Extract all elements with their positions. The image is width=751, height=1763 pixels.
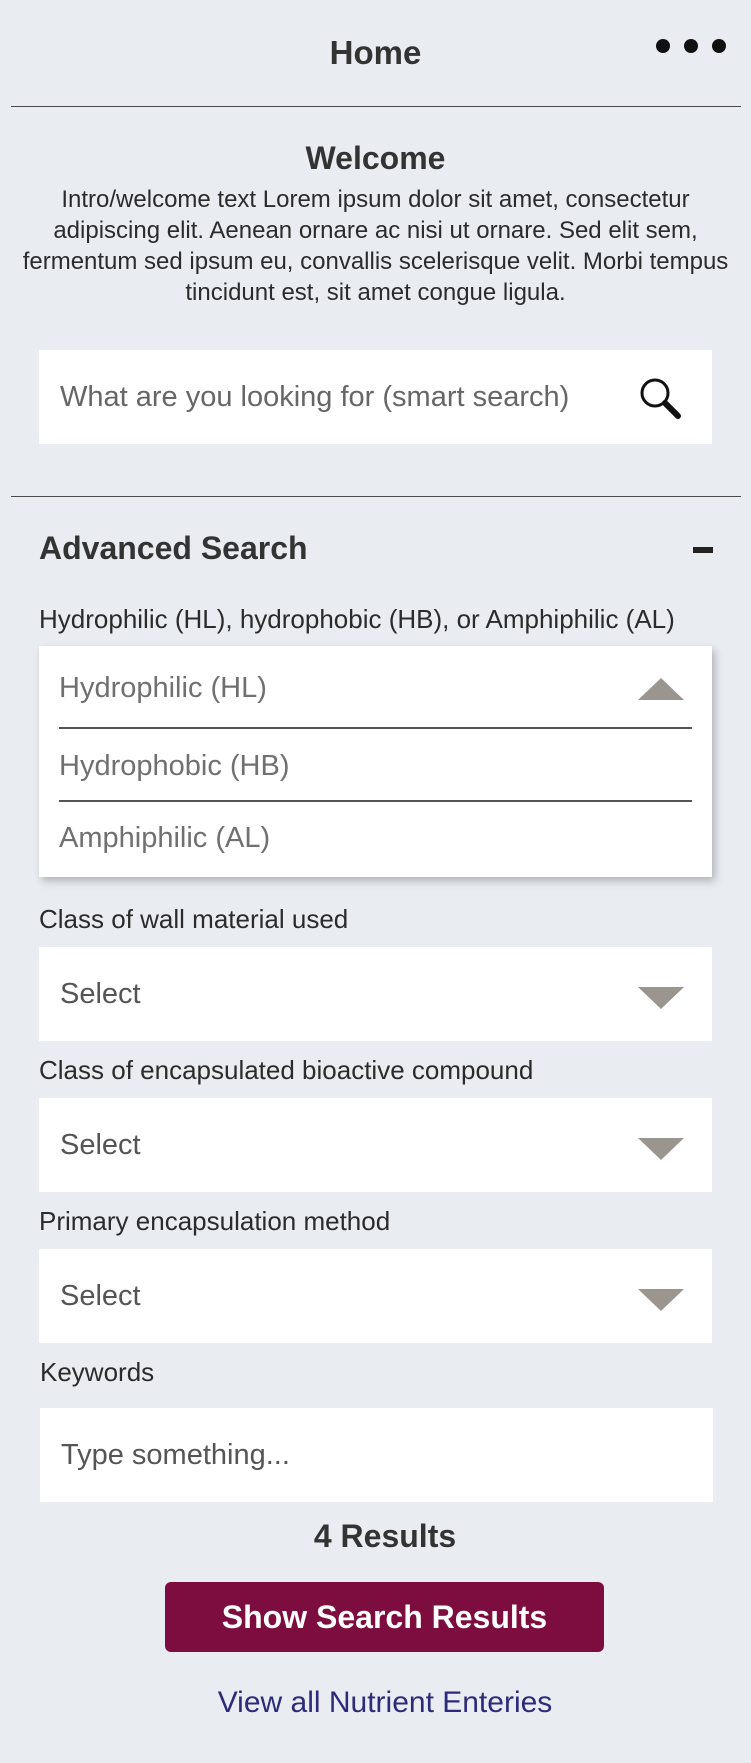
section-divider — [11, 496, 741, 497]
smart-search-input[interactable]: What are you looking for (smart search) — [39, 350, 712, 444]
encapsulation-method-select[interactable]: Select — [39, 1249, 712, 1343]
header-divider — [11, 106, 741, 107]
results-count: 4 Results — [313, 1518, 457, 1554]
search-icon[interactable] — [638, 376, 682, 420]
keywords-placeholder: Type something... — [61, 1439, 290, 1471]
select-value: Select — [60, 1280, 141, 1312]
more-options-icon[interactable] — [656, 38, 726, 54]
keywords-label: Keywords — [40, 1357, 155, 1387]
minus-icon[interactable] — [693, 547, 713, 553]
bioactive-compound-select[interactable]: Select — [39, 1098, 712, 1192]
option-divider — [59, 727, 692, 729]
bioactive-compound-label: Class of encapsulated bioactive compound — [39, 1055, 534, 1085]
search-placeholder: What are you looking for (smart search) — [60, 381, 570, 413]
dropdown-option[interactable]: Hydrophilic (HL) — [59, 652, 692, 724]
dropdown-option[interactable]: Amphiphilic (AL) — [59, 802, 692, 874]
page-title: Home — [329, 34, 422, 71]
view-all-entries-link[interactable]: View all Nutrient Enteries — [0, 1686, 751, 1720]
hydro-dropdown[interactable]: Hydrophilic (HL) Hydrophobic (HB) Amphip… — [39, 646, 712, 877]
keywords-input[interactable]: Type something... — [40, 1408, 713, 1502]
wall-material-select[interactable]: Select — [39, 947, 712, 1041]
wall-material-label: Class of wall material used — [39, 904, 349, 934]
chevron-down-icon[interactable] — [638, 1138, 684, 1160]
select-value: Select — [60, 1129, 141, 1161]
chevron-down-icon[interactable] — [638, 1289, 684, 1311]
advanced-search-title: Advanced Search — [39, 530, 308, 566]
welcome-title: Welcome — [305, 140, 446, 176]
show-search-results-button[interactable]: Show Search Results — [165, 1582, 604, 1652]
hydro-label: Hydrophilic (HL), hydrophobic (HB), or A… — [39, 604, 675, 634]
welcome-text: Intro/welcome text Lorem ipsum dolor sit… — [22, 186, 729, 306]
select-value: Select — [60, 978, 141, 1010]
caret-up-icon[interactable] — [638, 678, 684, 700]
encapsulation-method-label: Primary encapsulation method — [39, 1206, 391, 1236]
chevron-down-icon[interactable] — [638, 987, 684, 1009]
dropdown-option[interactable]: Hydrophobic (HB) — [59, 730, 692, 802]
